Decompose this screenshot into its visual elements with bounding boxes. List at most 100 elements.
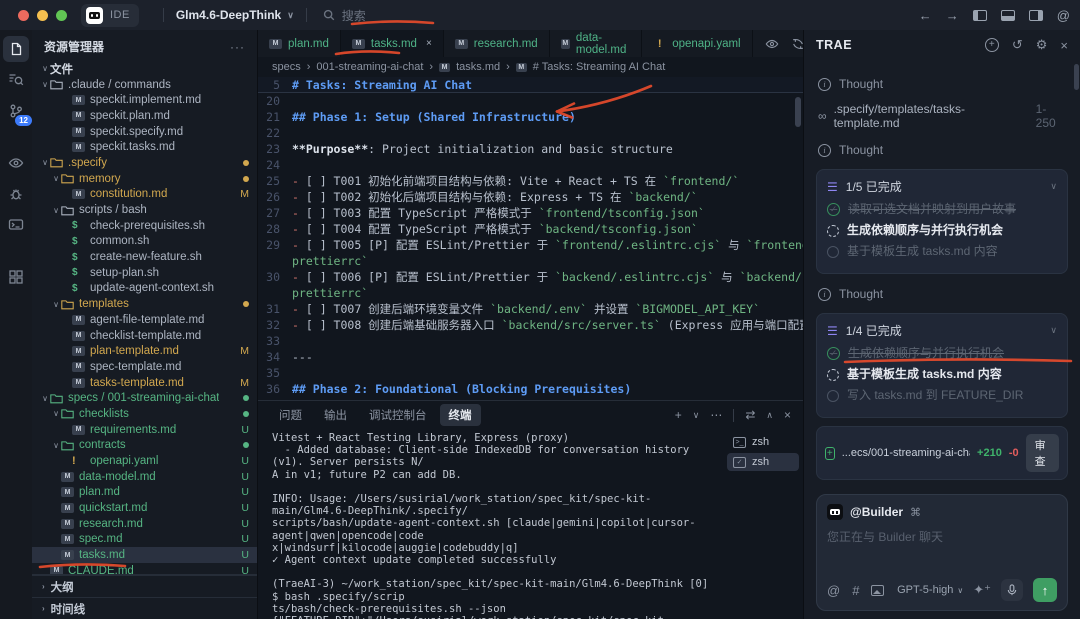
agent-name[interactable]: @Builder <box>850 505 903 519</box>
tree-item-speckit.plan.md[interactable]: Mspeckit.plan.md <box>32 108 257 124</box>
terminal-session-1[interactable]: >_ zsh <box>727 433 799 451</box>
app-badge[interactable]: IDE <box>81 3 139 27</box>
activity-preview-eye-icon[interactable] <box>3 150 29 176</box>
tree-item-data-model.md[interactable]: Mdata-model.md U <box>32 469 257 485</box>
tab-plan-md[interactable]: Mplan.md <box>258 30 341 57</box>
review-button[interactable]: 审查 <box>1025 434 1059 472</box>
tree-item-common.sh[interactable]: $ common.sh <box>32 234 257 250</box>
history-icon[interactable]: ↺ <box>1012 37 1023 53</box>
panel-tab-终端[interactable]: 终端 <box>439 404 481 426</box>
tab-tasks-md[interactable]: Mtasks.md × <box>340 30 444 57</box>
file-change-row[interactable]: + ...ecs/001-streaming-ai-chat/tasks.md +2… <box>816 426 1068 480</box>
tree-item-tasks-template.md[interactable]: Mtasks-template.md M <box>32 375 257 391</box>
model-selector[interactable]: GPT-5-high ∨ <box>897 584 963 596</box>
panel-tab-调试控制台[interactable]: 调试控制台 <box>360 404 436 426</box>
breadcrumb-item[interactable]: tasks.md <box>456 61 500 73</box>
activity-explorer-icon[interactable] <box>3 36 29 62</box>
maximize-panel-icon[interactable]: ∧ <box>766 410 773 421</box>
new-terminal-icon[interactable]: + <box>675 408 682 422</box>
nav-back-button[interactable]: ← <box>919 8 932 23</box>
window-controls[interactable] <box>18 9 67 21</box>
project-switcher[interactable]: Glm4.6-DeepThink ∨ <box>176 8 294 22</box>
maximize-window-button[interactable] <box>56 9 67 21</box>
mention-icon[interactable]: @ <box>827 583 840 598</box>
activity-debug-icon[interactable] <box>3 181 29 207</box>
tree-item-plan.md[interactable]: Mplan.md U <box>32 485 257 501</box>
tree-item-create-new-feature.sh[interactable]: $ create-new-feature.sh <box>32 249 257 265</box>
tree-section-files[interactable]: ∨ 文件 <box>32 61 257 77</box>
editor-scrollbar[interactable] <box>795 97 801 127</box>
tree-item-checklist-template.md[interactable]: Mchecklist-template.md <box>32 328 257 344</box>
tree-item-speckit.specify.md[interactable]: Mspeckit.specify.md <box>32 124 257 140</box>
tree-item-speckit.implement.md[interactable]: Mspeckit.implement.md <box>32 92 257 108</box>
todo-card-header[interactable]: ☰ 1/4 已完成 ∨ <box>827 322 1057 339</box>
terminal-dropdown-icon[interactable]: ∨ <box>693 410 700 421</box>
tab-data-model-md[interactable]: Mdata-model.md <box>549 30 643 57</box>
tree-item-scripts-bash[interactable]: ∨ scripts / bash <box>32 202 257 218</box>
close-tab-icon[interactable]: × <box>426 38 432 49</box>
tree-item-speckit.tasks.md[interactable]: Mspeckit.tasks.md <box>32 139 257 155</box>
breadcrumb-item[interactable]: 001-streaming-ai-chat <box>316 61 423 73</box>
tree-item-claude.md[interactable]: M CLAUDE.md U <box>32 563 257 574</box>
panel-tab-输出[interactable]: 输出 <box>315 404 356 426</box>
close-panel-icon[interactable]: × <box>784 408 791 422</box>
tab-research-md[interactable]: Mresearch.md <box>443 30 550 57</box>
activity-source-control-icon[interactable]: 12 <box>3 98 32 126</box>
tree-item-check-prerequisites.sh[interactable]: $ check-prerequisites.sh <box>32 218 257 234</box>
activity-console-icon[interactable] <box>3 212 29 238</box>
file-reference-link[interactable]: ∞ .specify/templates/tasks-template.md 1-2… <box>818 102 1066 130</box>
tree-item-requirements.md[interactable]: Mrequirements.md U <box>32 422 257 438</box>
send-button[interactable]: ↑ <box>1033 578 1057 602</box>
chat-input-box[interactable]: @Builder ⌘ 您正在与 Builder 聊天 @ # GPT-5-hig… <box>816 494 1068 611</box>
minimize-window-button[interactable] <box>37 9 48 21</box>
terminal-session-2[interactable]: ✓ zsh <box>727 453 799 471</box>
tree-item-tasks.md[interactable]: Mtasks.md U <box>32 547 257 563</box>
mic-icon[interactable] <box>1001 579 1023 601</box>
tree-item-.specify[interactable]: ∨ .specify <box>32 155 257 171</box>
tree-item-checklists[interactable]: ∨ checklists <box>32 406 257 422</box>
activity-search-icon[interactable] <box>3 67 29 93</box>
panel-more-icon[interactable]: ⋯ <box>710 408 722 422</box>
toggle-bottom-panel-icon[interactable] <box>1000 9 1015 21</box>
timeline-section[interactable]: › 时间线 <box>32 597 257 619</box>
tree-item-update-agent-context.sh[interactable]: $ update-agent-context.sh <box>32 281 257 297</box>
tree-item-constitution.md[interactable]: Mconstitution.md M <box>32 187 257 203</box>
context-hash-icon[interactable]: # <box>852 583 859 598</box>
enhance-prompt-icon[interactable]: ✦⁺ <box>973 582 991 598</box>
trae-conversation[interactable]: specs/001-streaming-ai-chat/contracts/op… <box>804 60 1080 490</box>
toggle-left-sidebar-icon[interactable] <box>972 9 987 21</box>
chat-input[interactable]: 您正在与 Builder 聊天 <box>827 528 1057 574</box>
tree-item-spec-template.md[interactable]: Mspec-template.md <box>32 359 257 375</box>
close-trae-icon[interactable]: × <box>1060 38 1068 53</box>
close-window-button[interactable] <box>18 9 29 21</box>
terminal-output[interactable]: Vitest + React Testing Library, Express … <box>258 429 727 619</box>
tree-item-specs-001-streaming-ai-chat[interactable]: ∨ specs / 001-streaming-ai-chat <box>32 390 257 406</box>
thought-row[interactable]: i Thought <box>818 77 1066 91</box>
thought-row[interactable]: i Thought <box>818 143 1066 157</box>
collapse-chevron-icon[interactable]: ∨ <box>1050 325 1057 336</box>
tree-item-research.md[interactable]: Mresearch.md U <box>32 516 257 532</box>
tree-item-templates[interactable]: ∨ templates <box>32 296 257 312</box>
tab-openapi-yaml[interactable]: ! openapi.yaml <box>642 30 753 57</box>
code-editor[interactable]: 5 # Tasks: Streaming AI Chat 20 21 ## Phase … <box>258 77 803 400</box>
tree-item-openapi.yaml[interactable]: ! openapi.yaml U <box>32 453 257 469</box>
outline-section[interactable]: › 大纲 <box>32 575 257 597</box>
global-search[interactable]: 搜索 <box>323 7 366 24</box>
tree-item-spec.md[interactable]: Mspec.md U <box>32 532 257 548</box>
tree-item-memory[interactable]: ∨ memory <box>32 171 257 187</box>
tree-item-agent-file-template.md[interactable]: Magent-file-template.md <box>32 312 257 328</box>
tree-item-contracts[interactable]: ∨ contracts <box>32 438 257 454</box>
todo-card-header[interactable]: ☰ 1/5 已完成 ∨ <box>827 178 1057 195</box>
thought-row[interactable]: i Thought <box>818 287 1066 301</box>
breadcrumb-item[interactable]: # Tasks: Streaming AI Chat <box>533 61 665 73</box>
attach-image-icon[interactable] <box>871 584 885 596</box>
settings-gear-icon[interactable]: ⚙ <box>1036 37 1048 53</box>
panel-tab-问题[interactable]: 问题 <box>270 404 311 426</box>
nav-forward-button[interactable]: → <box>946 8 959 23</box>
breadcrumb[interactable]: specs › 001-streaming-ai-chat › Mtasks.md › M #… <box>258 57 803 77</box>
tree-item-.claude-commands[interactable]: ∨ .claude / commands <box>32 77 257 93</box>
collapse-chevron-icon[interactable]: ∨ <box>1050 181 1057 192</box>
tree-item-plan-template.md[interactable]: Mplan-template.md M <box>32 343 257 359</box>
account-icon[interactable]: @ <box>1057 8 1070 23</box>
explorer-more-icon[interactable]: ··· <box>230 40 245 54</box>
